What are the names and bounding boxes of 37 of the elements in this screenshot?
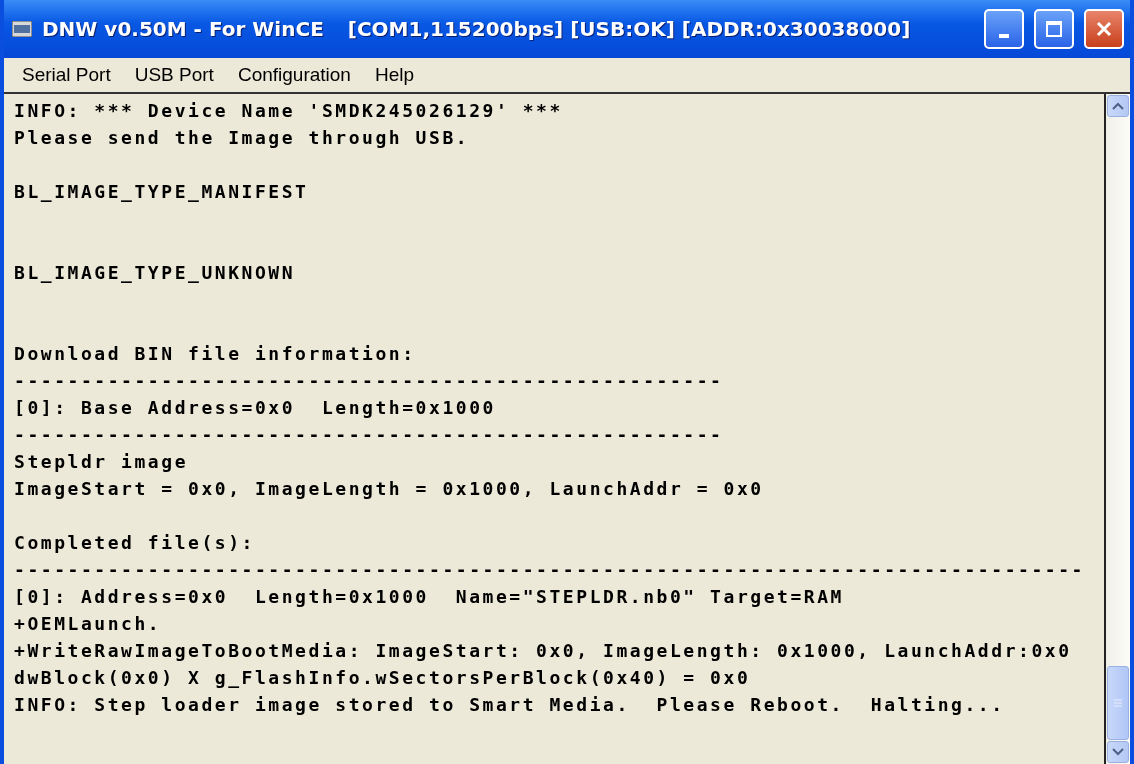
console-line: Please send the Image through USB.: [14, 126, 471, 150]
menu-item[interactable]: Configuration: [227, 62, 361, 88]
connection-status: [COM1,115200bps] [USB:OK] [ADDR:0x30038000]: [347, 17, 911, 41]
app-icon: [12, 21, 32, 37]
chevron-up-icon: [1112, 102, 1124, 110]
console-line: dwBlock(0x0) X g_FlashInfo.wSectorsPerBlock(0x40) = 0x0: [14, 666, 752, 690]
console-line: BL_IMAGE_TYPE_MANIFEST: [14, 180, 310, 204]
menu-item[interactable]: USB Port: [124, 62, 224, 88]
console-line: INFO: *** Device Name 'SMDK245026129' ***: [14, 99, 564, 123]
console-line: -----------------------------------------------------: [14, 423, 725, 447]
console-line: ImageStart = 0x0, ImageLength = 0x1000, LaunchAddr = 0x0: [14, 477, 765, 501]
console-line: Stepldr image: [14, 450, 190, 474]
maximize-icon: [1045, 20, 1063, 38]
scroll-up-button[interactable]: [1107, 95, 1129, 117]
close-icon: [1095, 20, 1113, 38]
console-line: INFO: Step loader image stored to Smart Media. Please Reboot. Halting...: [14, 693, 1006, 717]
chevron-down-icon: [1112, 748, 1124, 756]
console-line: BL_IMAGE_TYPE_UNKNOWN: [14, 261, 297, 285]
scrollbar[interactable]: [1106, 94, 1130, 764]
console-line: +OEMLaunch.: [14, 612, 163, 636]
scroll-down-button[interactable]: [1107, 741, 1129, 763]
close-button[interactable]: [1084, 9, 1124, 49]
console-line: -----------------------------------------------------: [14, 369, 725, 393]
maximize-button[interactable]: [1034, 9, 1074, 49]
grip-icon: [1113, 698, 1123, 708]
console-line: Download BIN file information:: [14, 342, 417, 366]
minimize-icon: [999, 34, 1009, 38]
console-line: [0]: Address=0x0 Length=0x1000 Name="STEPLDR.nb0" Target=RAM: [14, 585, 845, 609]
console-line: +WriteRawImageToBootMedia: ImageStart: 0x0, ImageLength: 0x1000, LaunchAddr:0x0: [14, 639, 1073, 663]
scroll-thumb[interactable]: [1107, 666, 1129, 740]
menu-item[interactable]: Serial Port: [12, 62, 121, 88]
console-line: --------------------------------------------------------------------------------: [14, 558, 1086, 582]
console-line: Completed file(s):: [14, 531, 256, 555]
console-line: [0]: Base Address=0x0 Length=0x1000: [14, 396, 497, 420]
menu-item[interactable]: Help: [364, 62, 424, 88]
window-title: DNW v0.50M - For WinCE: [42, 17, 324, 41]
minimize-button[interactable]: [984, 9, 1024, 49]
